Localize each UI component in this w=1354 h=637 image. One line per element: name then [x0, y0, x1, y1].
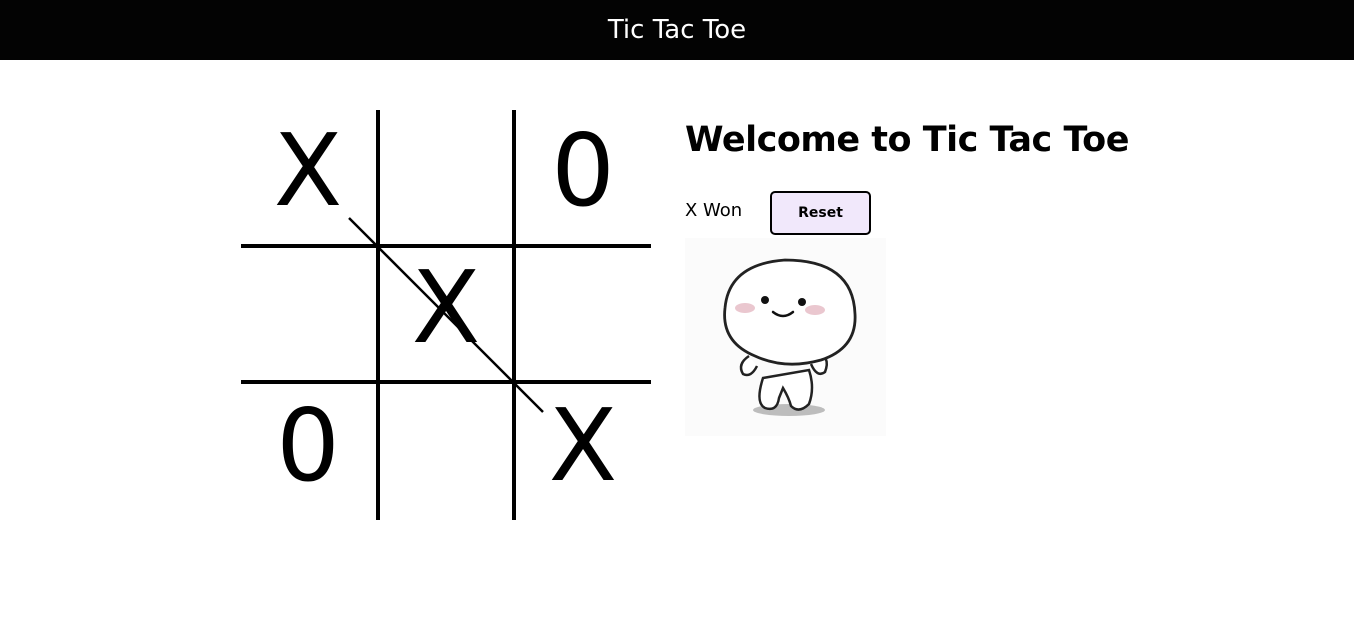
cell-mark: X	[411, 249, 481, 366]
status-row: X Won Reset	[685, 191, 871, 235]
welcome-heading: Welcome to Tic Tac Toe	[685, 120, 1129, 160]
cell-3[interactable]	[241, 247, 375, 381]
cell-mark: 0	[551, 112, 615, 229]
happy-character-icon	[723, 258, 857, 416]
cell-7[interactable]	[379, 385, 513, 519]
game-board: X 0 X 0 X	[241, 110, 651, 520]
cell-mark: X	[548, 387, 618, 504]
info-panel: Welcome to Tic Tac Toe	[685, 120, 1129, 160]
cell-6[interactable]: 0	[241, 385, 375, 519]
cell-mark: X	[273, 112, 343, 229]
cell-8[interactable]: X	[516, 385, 650, 519]
cell-4[interactable]: X	[379, 247, 513, 381]
cell-2[interactable]: 0	[516, 110, 650, 244]
cell-0[interactable]: X	[241, 110, 375, 244]
cell-5[interactable]	[516, 247, 650, 381]
cell-1[interactable]	[379, 110, 513, 244]
celebration-image	[685, 238, 886, 436]
app-title: Tic Tac Toe	[607, 15, 747, 45]
game-status: X Won	[685, 199, 743, 221]
cell-mark: 0	[276, 387, 340, 504]
reset-button[interactable]: Reset	[770, 191, 871, 235]
navbar: Tic Tac Toe	[0, 0, 1354, 60]
